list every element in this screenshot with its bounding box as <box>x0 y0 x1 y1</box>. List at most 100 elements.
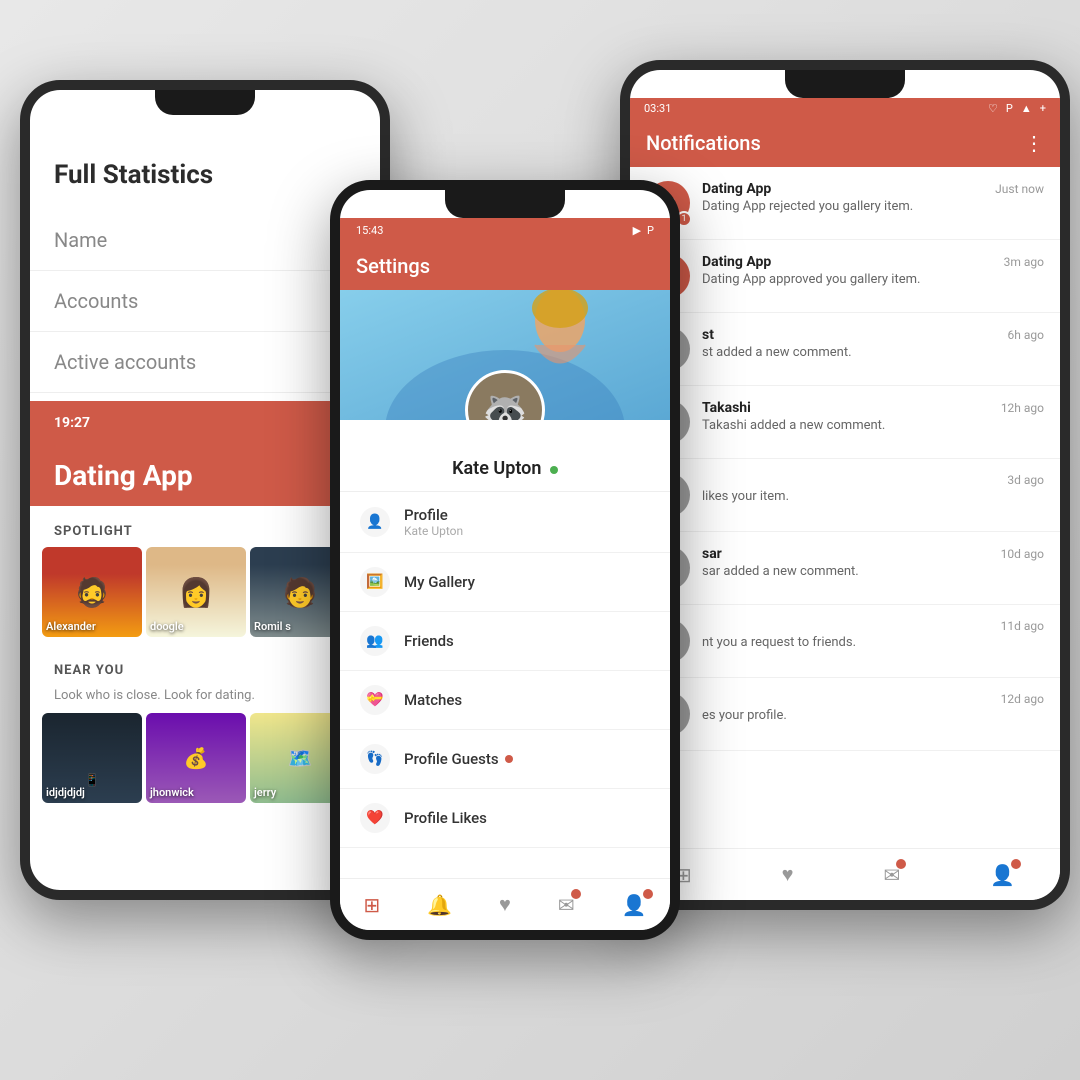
status-bar-middle: 15:43 ▶ P <box>340 218 670 242</box>
notifications-title: Notifications <box>646 131 761 155</box>
spotlight-name-2: Romil s <box>254 620 291 633</box>
friends-icon: 👥 <box>360 626 390 656</box>
nav-profile-icon[interactable]: 👤 <box>622 893 647 917</box>
near-item-1[interactable]: 💰 jhonwick <box>146 713 246 803</box>
spotlight-item-0[interactable]: 🧔 Alexander <box>42 547 142 637</box>
nav-message-icon[interactable]: ✉ <box>558 893 575 917</box>
notification-item-2[interactable]: 👤 st 6h ago st added a new comment. <box>630 313 1060 386</box>
notif-time-2: 6h ago <box>1008 328 1044 342</box>
p-status-icon: P <box>1006 102 1013 115</box>
notification-item-5[interactable]: 👤 sar 10d ago sar added a new comment. <box>630 532 1060 605</box>
profile-label: Profile <box>404 506 463 524</box>
notif-time-5: 10d ago <box>1001 547 1044 561</box>
near-item-0[interactable]: 📱 idjdjdjdj <box>42 713 142 803</box>
near-name-1: jhonwick <box>150 786 194 799</box>
bottom-nav-middle: ⊞ 🔔 ♥ ✉ 👤 <box>340 878 670 930</box>
near-you-desc: Look who is close. Look for dating. <box>30 686 380 713</box>
notification-item-7[interactable]: 👤 12d ago es your profile. <box>630 678 1060 751</box>
notification-item-6[interactable]: 👤 11d ago nt you a request to friends. <box>630 605 1060 678</box>
menu-matches[interactable]: 💝 Matches <box>340 671 670 730</box>
stats-name: Name <box>30 210 380 271</box>
notif-title-1: Dating App <box>702 254 771 270</box>
wifi-icon: P <box>647 224 654 237</box>
profile-badge <box>643 889 653 899</box>
profile-banner: 🦝 ✓ <box>340 290 670 420</box>
status-time-right: 03:31 <box>644 102 671 115</box>
spotlight-item-1[interactable]: 👩 doogle <box>146 547 246 637</box>
bottom-nav-right: ⊞ ♥ ✉ 👤 <box>630 848 1060 900</box>
guests-label: Profile Guests <box>404 750 499 768</box>
notif-time-4: 3d ago <box>1007 473 1044 487</box>
signal-icon: ▶ <box>633 224 641 237</box>
menu-profile[interactable]: 👤 Profile Kate Upton <box>340 492 670 553</box>
profile-avatar-container: 🦝 ✓ <box>465 370 545 420</box>
app-name-row: Dating App <box>30 445 380 506</box>
notification-item-1[interactable]: ❤ Dating App 3m ago Dating App approved … <box>630 240 1060 313</box>
spotlight-grid: 🧔 Alexander 👩 doogle 🧑 Romil s <box>30 547 380 649</box>
matches-label: Matches <box>404 691 462 709</box>
notch-right <box>785 70 905 98</box>
notif-desc-5: sar added a new comment. <box>702 564 1044 579</box>
likes-label: Profile Likes <box>404 809 487 827</box>
message-badge <box>571 889 581 899</box>
right-nav-mail[interactable]: ✉ <box>883 863 900 887</box>
notification-item-0[interactable]: ❤ 1 Dating App Just now Dating App rejec… <box>630 167 1060 240</box>
notification-item-4[interactable]: 👤 3d ago likes your item. <box>630 459 1060 532</box>
status-time-middle: 15:43 <box>356 224 383 237</box>
spotlight-name-0: Alexander <box>46 620 96 633</box>
near-name-2: jerry <box>254 786 276 799</box>
right-profile-badge <box>1011 859 1021 869</box>
notification-item-3[interactable]: 👤 Takashi 12h ago Takashi added a new co… <box>630 386 1060 459</box>
spotlight-name-1: doogle <box>150 620 184 633</box>
nav-bell-icon[interactable]: 🔔 <box>427 893 452 917</box>
settings-menu: 👤 Profile Kate Upton 🖼️ My Gallery 👥 Fri… <box>340 492 670 848</box>
notif-desc-3: Takashi added a new comment. <box>702 418 1044 433</box>
settings-header: Settings <box>340 242 670 290</box>
phone-bottom-middle <box>340 930 670 940</box>
three-dot-menu[interactable]: ⋮ <box>1024 131 1044 155</box>
notif-desc-2: st added a new comment. <box>702 345 1044 360</box>
nav-home-icon[interactable]: ⊞ <box>363 893 380 917</box>
profile-name: Kate Upton <box>452 458 541 479</box>
profile-name-row: Kate Upton <box>340 458 670 492</box>
notif-time-3: 12h ago <box>1001 401 1044 415</box>
near-grid: 📱 idjdjdjdj 💰 jhonwick 🗺️ jerry <box>30 713 380 803</box>
notif-desc-7: es your profile. <box>702 708 1044 723</box>
right-nav-profile[interactable]: 👤 <box>990 863 1015 887</box>
stats-active-accounts: Active accounts <box>30 332 380 393</box>
nav-heart-icon[interactable]: ♥ <box>499 892 511 917</box>
notif-desc-6: nt you a request to friends. <box>702 635 1044 650</box>
notif-desc-4: likes your item. <box>702 489 1044 504</box>
settings-title: Settings <box>356 254 430 278</box>
notif-desc-1: Dating App approved you gallery item. <box>702 272 1044 287</box>
menu-gallery[interactable]: 🖼️ My Gallery <box>340 553 670 612</box>
notif-time-7: 12d ago <box>1001 692 1044 706</box>
matches-icon: 💝 <box>360 685 390 715</box>
notifications-header: Notifications ⋮ <box>630 119 1060 167</box>
wifi-status-icon: ▲ <box>1021 102 1032 115</box>
profile-avatar: 🦝 <box>465 370 545 420</box>
notifications-list: ❤ 1 Dating App Just now Dating App rejec… <box>630 167 1060 751</box>
active-time-row: 19:27 <box>30 401 380 445</box>
guests-icon: 👣 <box>360 744 390 774</box>
status-bar-right: 03:31 ♡ P ▲ + <box>630 98 1060 119</box>
stats-title: Full Statistics <box>30 120 380 210</box>
menu-friends[interactable]: 👥 Friends <box>340 612 670 671</box>
notif-time-0: Just now <box>995 182 1044 196</box>
near-you-label: NEAR YOU <box>30 649 380 686</box>
right-nav-heart[interactable]: ♥ <box>782 862 794 887</box>
online-indicator <box>550 466 558 474</box>
heart-status-icon: ♡ <box>988 102 998 115</box>
menu-profile-likes[interactable]: ❤️ Profile Likes <box>340 789 670 848</box>
spotlight-label: SPOTLIGHT <box>30 510 380 547</box>
guests-dot <box>505 755 513 763</box>
notif-title-3: Takashi <box>702 400 751 416</box>
near-name-0: idjdjdjdj <box>46 786 85 799</box>
notch-left <box>155 90 255 115</box>
notif-title-5: sar <box>702 546 722 562</box>
phone-right: 03:31 ♡ P ▲ + Notifications ⋮ ❤ <box>620 60 1070 910</box>
menu-profile-guests[interactable]: 👣 Profile Guests <box>340 730 670 789</box>
friends-label: Friends <box>404 632 454 650</box>
home-button-middle[interactable] <box>480 938 530 940</box>
profile-sublabel: Kate Upton <box>404 524 463 538</box>
